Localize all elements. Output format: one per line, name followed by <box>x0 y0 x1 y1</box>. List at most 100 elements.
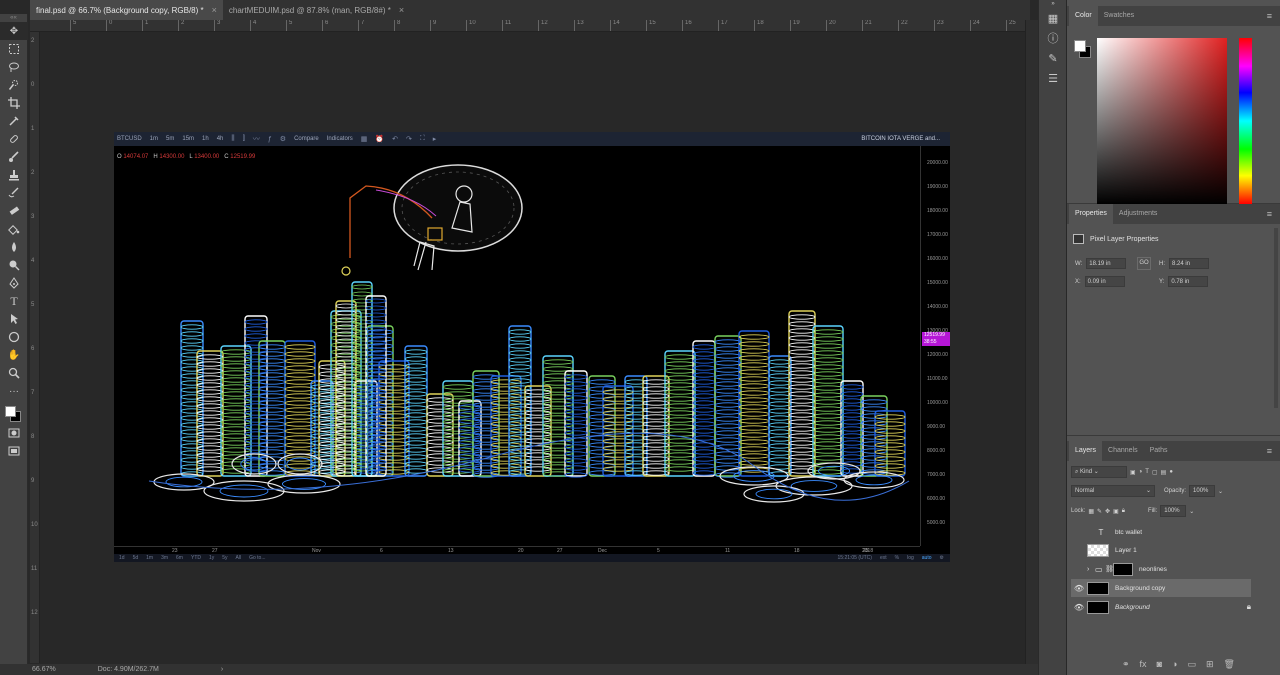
x-input[interactable]: 0.09 in <box>1084 276 1125 287</box>
color-picker-field[interactable] <box>1097 38 1227 204</box>
healing-icon[interactable] <box>0 130 28 148</box>
tab-channels[interactable]: Channels <box>1102 441 1144 461</box>
filter-adjustment-icon[interactable]: ◑ <box>1139 469 1143 475</box>
layer-row[interactable]: Layer 1 <box>1071 541 1251 559</box>
type-icon[interactable]: T <box>0 292 28 310</box>
vertical-ruler[interactable]: 2 0 1 2 3 4 5 6 7 8 9 10 11 12 <box>30 32 40 663</box>
tab-adjustments[interactable]: Adjustments <box>1113 204 1164 224</box>
zoom-icon[interactable] <box>0 364 28 382</box>
dodge-icon[interactable] <box>0 256 28 274</box>
history-brush-icon[interactable] <box>0 184 28 202</box>
color-swatches[interactable] <box>0 400 28 424</box>
trash-icon[interactable]: 🗑︎ <box>1224 659 1235 670</box>
tab-swatches[interactable]: Swatches <box>1098 6 1140 26</box>
canvas-scrollbar[interactable] <box>1025 20 1038 664</box>
artwork-shape <box>244 319 268 325</box>
zoom-level[interactable]: 66.67% <box>32 666 56 673</box>
new-group-icon[interactable]: ▭ <box>1187 659 1196 670</box>
close-icon[interactable]: × <box>212 5 217 15</box>
shape-icon[interactable] <box>0 328 28 346</box>
height-input[interactable]: 8.24 in <box>1169 258 1209 269</box>
y-input[interactable]: 0.78 in <box>1168 276 1209 287</box>
properties-scrollbar[interactable] <box>1274 228 1278 408</box>
document-canvas[interactable]: BTCUSD 1m 5m 15m 1h 4h ⫼ ⫿ 〰 ƒ ⚙ Compare… <box>114 132 950 562</box>
panel-menu-icon[interactable]: ≡ <box>1267 209 1272 219</box>
lock-position-icon[interactable]: ✥ <box>1105 508 1110 515</box>
pen-icon[interactable] <box>0 274 28 292</box>
hand-icon[interactable]: ✋ <box>0 346 28 364</box>
info-icon[interactable]: ⓘ <box>1039 28 1067 48</box>
brush-settings-icon[interactable]: ✎ <box>1039 48 1067 68</box>
close-icon[interactable]: × <box>399 5 404 15</box>
tab-paths[interactable]: Paths <box>1144 441 1174 461</box>
panel-menu-icon[interactable]: ≡ <box>1267 446 1272 456</box>
eye-icon[interactable]: 👁︎ <box>1071 584 1087 593</box>
link-dimensions-button[interactable]: GO <box>1137 257 1151 270</box>
history-icon[interactable]: ▦ <box>1039 8 1067 28</box>
chevron-right-icon[interactable]: › <box>221 666 223 673</box>
layer-filter: ⌕ Kind ⌄ ▣ ◑ T ▢ ▤ ● <box>1071 466 1173 478</box>
marquee-icon[interactable] <box>0 40 28 58</box>
artwork-shape <box>812 329 844 335</box>
chevron-down-icon[interactable]: ⌄ <box>1218 488 1223 495</box>
opacity-input[interactable]: 100% <box>1189 485 1216 497</box>
filter-toggle-icon[interactable]: ● <box>1169 469 1173 475</box>
eraser-icon[interactable] <box>0 202 28 220</box>
lock-all-icon[interactable]: 🔒︎ <box>1122 508 1125 515</box>
tab-layers[interactable]: Layers <box>1069 441 1103 461</box>
eye-icon[interactable]: 👁︎ <box>1071 603 1087 612</box>
document-tab-chart[interactable]: chartMEDUIM.psd @ 87.8% (man, RGB/8#) * … <box>223 0 410 20</box>
artwork-shape <box>220 377 252 383</box>
path-select-icon[interactable] <box>0 310 28 328</box>
screen-mode-icon[interactable] <box>0 442 28 460</box>
chevron-down-icon[interactable]: ⌄ <box>1189 508 1194 515</box>
lock-artboard-icon[interactable]: ▣ <box>1113 508 1119 515</box>
tab-properties[interactable]: Properties <box>1069 204 1113 224</box>
more-icon[interactable]: ··· <box>0 382 28 400</box>
foreground-color-swatch[interactable] <box>5 406 16 417</box>
crop-icon[interactable] <box>0 94 28 112</box>
eyedropper-icon[interactable] <box>0 112 28 130</box>
panel-menu-icon[interactable]: ≡ <box>1267 11 1272 21</box>
move-icon[interactable]: ✥ <box>0 22 28 40</box>
foreground-color-swatch[interactable] <box>1074 40 1086 52</box>
link-layers-icon[interactable]: ⚭ <box>1122 659 1130 670</box>
document-tab-final[interactable]: final.psd @ 66.7% (Background copy, RGB/… <box>30 0 223 20</box>
collapse-icon[interactable]: » <box>1039 0 1067 8</box>
fx-icon[interactable]: fx <box>1140 659 1147 670</box>
quick-select-icon[interactable] <box>0 76 28 94</box>
blend-mode-select[interactable]: Normal ⌄ <box>1071 485 1155 497</box>
layer-row-selected[interactable]: 👁︎ Background copy <box>1071 579 1251 597</box>
layer-row[interactable]: 👁︎ Background 🔒︎ <box>1071 598 1251 616</box>
lock-transparency-icon[interactable]: ▦ <box>1088 508 1094 515</box>
add-mask-icon[interactable]: ◙ <box>1157 659 1162 670</box>
filter-smart-icon[interactable]: ▤ <box>1161 469 1167 476</box>
tab-color[interactable]: Color <box>1069 6 1098 26</box>
collapse-icon[interactable]: «« <box>0 14 27 22</box>
brush-icon[interactable] <box>0 148 28 166</box>
chevron-right-icon[interactable]: › <box>1087 566 1095 573</box>
hue-slider[interactable] <box>1239 38 1252 204</box>
lock-pixels-icon[interactable]: ✎ <box>1097 508 1102 515</box>
adjustment-layer-icon[interactable]: ◑ <box>1172 659 1177 670</box>
kind-filter-select[interactable]: ⌕ Kind ⌄ <box>1071 466 1127 478</box>
width-input[interactable]: 18.19 in <box>1086 258 1127 269</box>
artwork-shape <box>341 266 351 276</box>
filter-type-icon[interactable]: T <box>1145 469 1149 475</box>
paint-bucket-icon[interactable] <box>0 220 28 238</box>
stamp-icon[interactable] <box>0 166 28 184</box>
blur-icon[interactable] <box>0 238 28 256</box>
doc-size: Doc: 4.90M/262.7M <box>97 666 159 673</box>
filter-shape-icon[interactable]: ▢ <box>1152 469 1158 476</box>
artwork-shape <box>196 438 224 444</box>
fill-input[interactable]: 100% <box>1160 505 1187 517</box>
layer-row[interactable]: T btc wallet <box>1071 523 1251 541</box>
horizontal-ruler[interactable]: 5 0 1 2 3 4 5 6 7 8 9 10 11 12 13 14 15 16 17 18 19 20 21 22 23 2… <box>30 20 1025 32</box>
new-layer-icon[interactable]: ⊞ <box>1206 659 1214 670</box>
filter-pixel-icon[interactable]: ▣ <box>1130 469 1136 476</box>
layer-row[interactable]: › ▭ ⛓ neonlines <box>1071 560 1251 578</box>
quick-mask-icon[interactable] <box>0 424 28 442</box>
artwork-shape <box>365 333 387 339</box>
lasso-icon[interactable] <box>0 58 28 76</box>
adjustments-icon[interactable]: ☰ <box>1039 68 1067 88</box>
